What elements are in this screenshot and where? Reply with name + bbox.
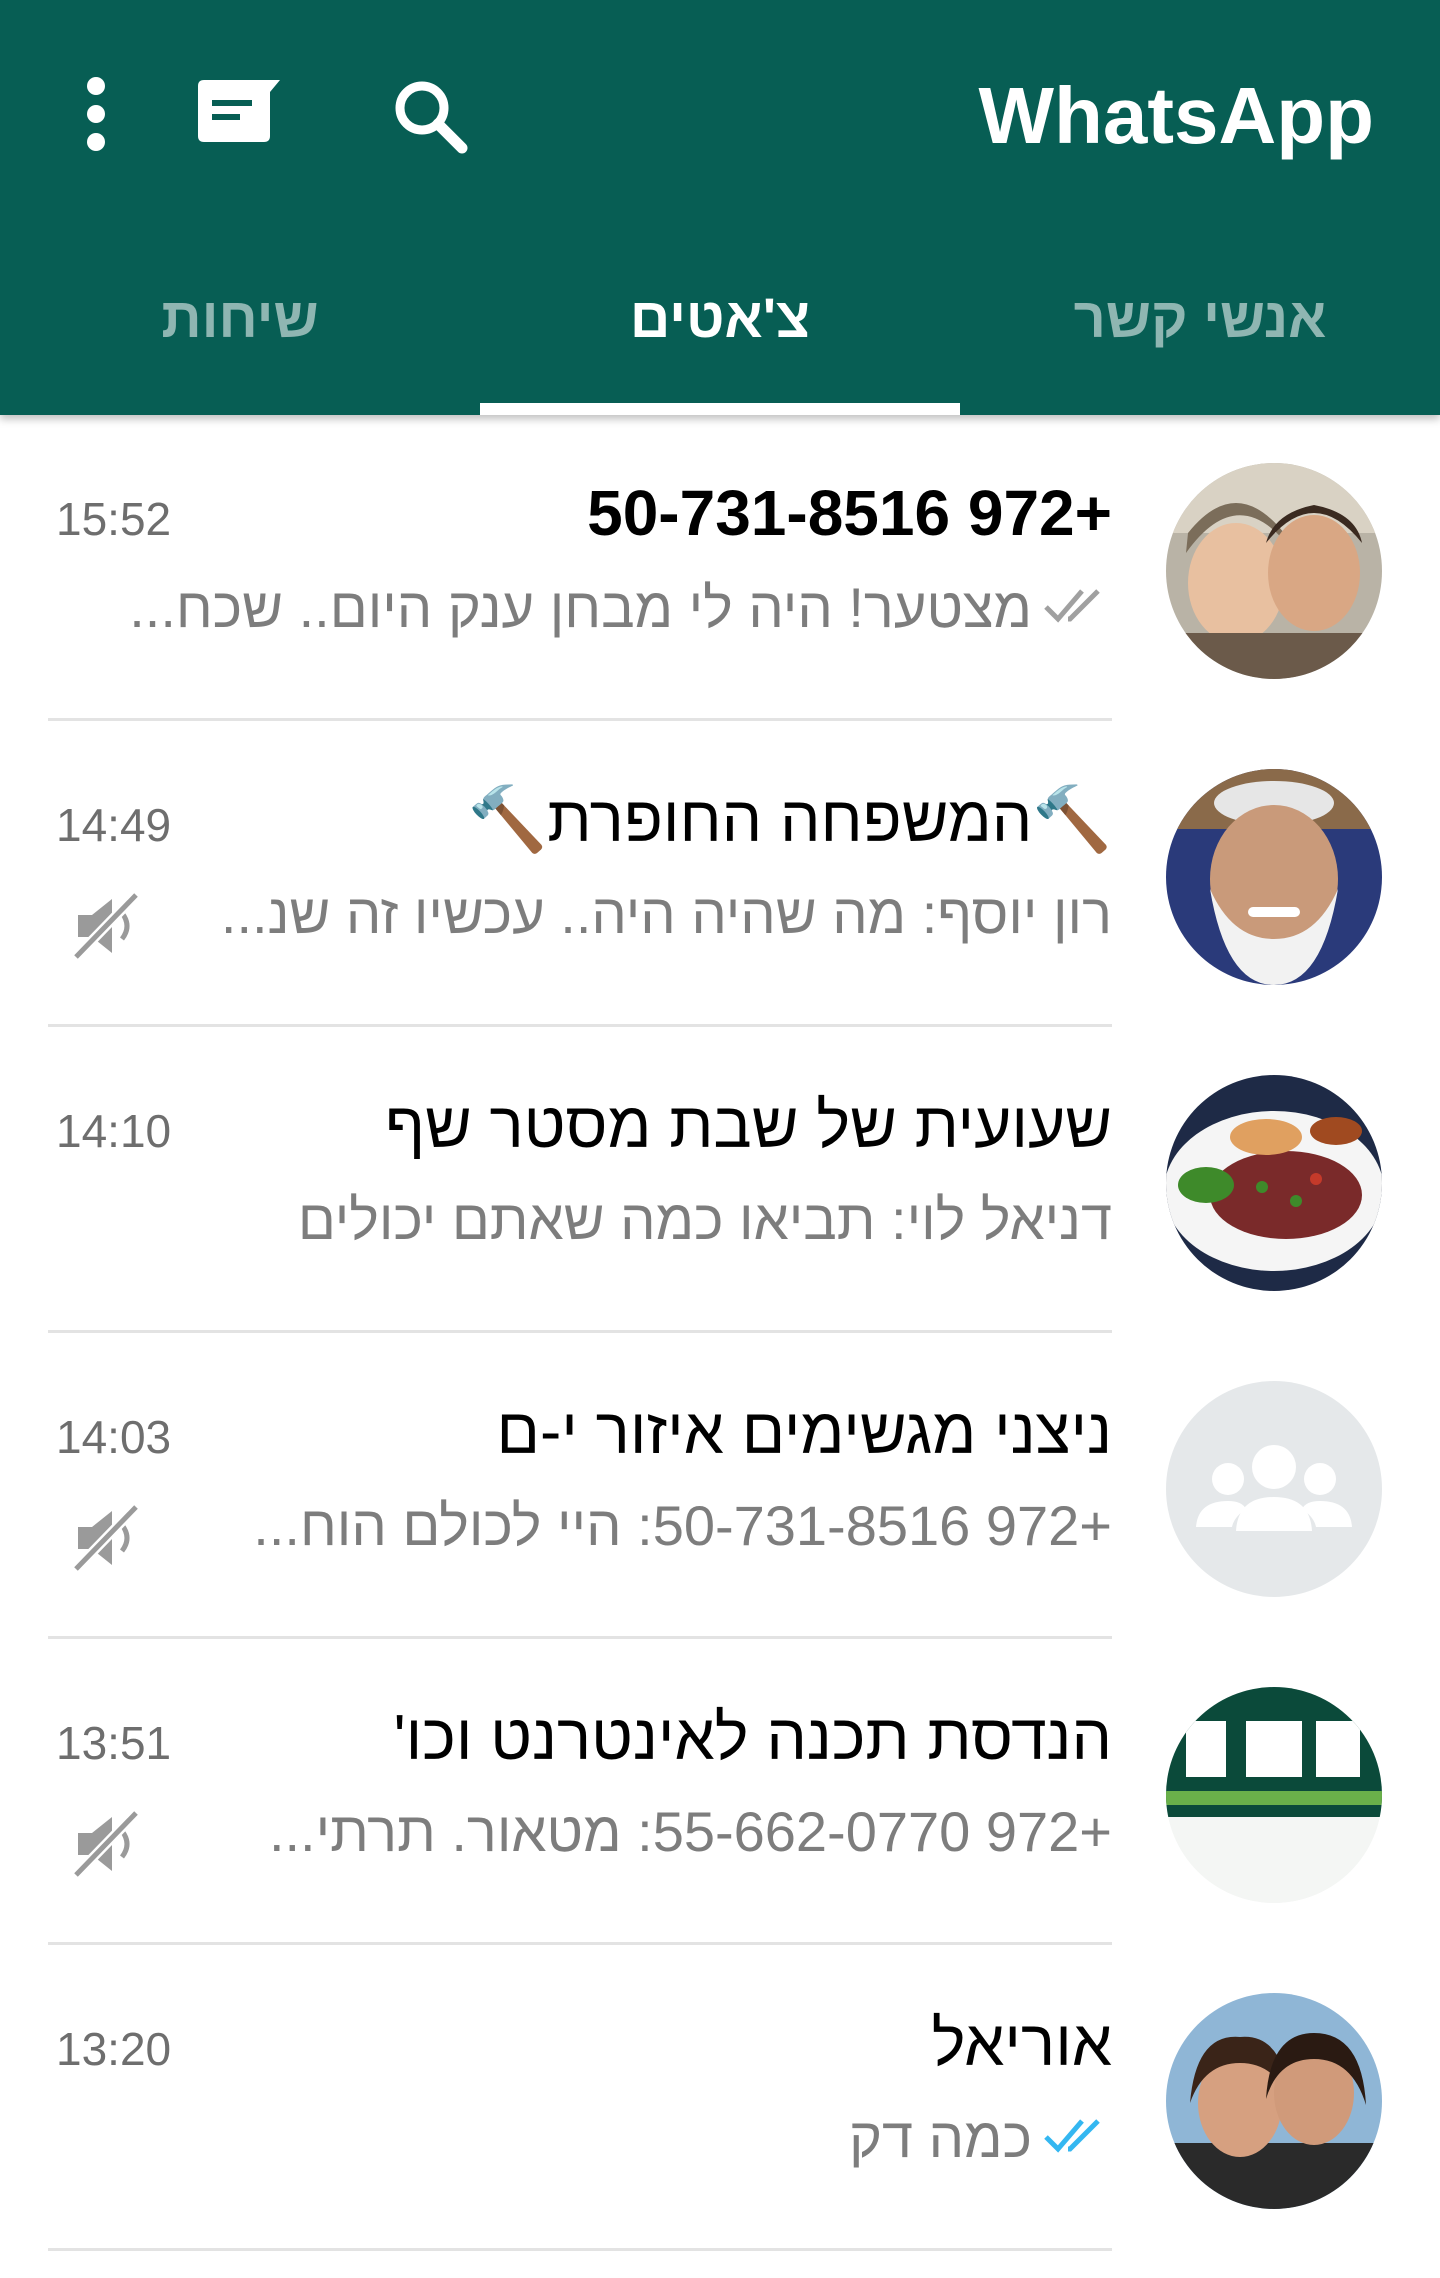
chat-preview-line: +972 50-731-8516: היי לכולם הוח... (102, 1485, 1112, 1565)
chat-preview: מצטער! היה לי מבחן ענק היום.. שכח... (129, 575, 1032, 639)
chat-preview: דניאל לוי: תביאו כמה שאתם יכולים (297, 1187, 1112, 1251)
app-title: WhatsApp (978, 71, 1374, 160)
muted-icon (70, 889, 144, 967)
chat-preview: רון יוסף: מה שהיה היה.. עכשיו זה שנ... (220, 881, 1112, 945)
muted-icon (70, 1807, 144, 1885)
group-placeholder-avatar[interactable] (1166, 1381, 1382, 1597)
chat-name: שעועית של שבת מסטר שף (385, 1089, 1112, 1161)
chat-time: 15:52 (56, 493, 172, 545)
chat-name: ניצני מגשימים איזור י-ם (496, 1395, 1112, 1467)
tab-chats[interactable]: צ'אטים (480, 268, 960, 388)
chat-preview: +972 55-662-0770: מטאור. תרתי... (268, 1799, 1112, 1863)
chat-preview-line: +972 55-662-0770: מטאור. תרתי... (102, 1791, 1112, 1871)
group-icon (1196, 1445, 1352, 1531)
chat-time: 13:20 (56, 2023, 172, 2075)
chat-preview: +972 50-731-8516: היי לכולם הוח... (253, 1493, 1112, 1557)
chat-preview-line: כמה דק (102, 2097, 1112, 2177)
chat-row[interactable]: הנדסת תכנה לאינטרנט וכו' 13:51 +972 55-6… (0, 1639, 1440, 1945)
chat-row[interactable]: 🔨המשפחה החופרת🔨 14:49 רון יוסף: מה שהיה … (0, 721, 1440, 1027)
tab-contacts[interactable]: אנשי קשר (960, 268, 1440, 388)
chat-list: +972 50-731-8516 15:52 מצטער! היה לי מבח… (0, 415, 1440, 2251)
chat-time: 14:03 (56, 1411, 172, 1463)
chat-row[interactable]: +972 50-731-8516 15:52 מצטער! היה לי מבח… (0, 415, 1440, 721)
chat-name: +972 50-731-8516 (587, 477, 1112, 549)
chat-name: אוריאל (931, 2007, 1112, 2079)
chat-row[interactable]: שעועית של שבת מסטר שף 14:10 דניאל לוי: ת… (0, 1027, 1440, 1333)
row-divider (48, 2248, 1112, 2251)
delivered-ticks-icon (1042, 583, 1112, 631)
chat-preview-line: דניאל לוי: תביאו כמה שאתם יכולים (102, 1179, 1112, 1259)
chat-preview-line: רון יוסף: מה שהיה היה.. עכשיו זה שנ... (102, 873, 1112, 953)
chat-preview-line: מצטער! היה לי מבחן ענק היום.. שכח... (102, 567, 1112, 647)
contact-avatar[interactable] (1166, 463, 1382, 679)
chat-name: 🔨המשפחה החופרת🔨 (467, 783, 1112, 855)
group-avatar[interactable] (1166, 769, 1382, 985)
tab-calls[interactable]: שיחות (0, 268, 480, 388)
chat-time: 14:10 (56, 1105, 172, 1157)
chat-row[interactable]: אוריאל 13:20 כמה דק (0, 1945, 1440, 2251)
more-options-icon[interactable] (70, 74, 122, 154)
chat-name: הנדסת תכנה לאינטרנט וכו' (393, 1701, 1112, 1773)
read-ticks-icon (1042, 2113, 1112, 2161)
group-avatar[interactable] (1166, 1687, 1382, 1903)
chat-row[interactable]: ניצני מגשימים איזור י-ם 14:03 +972 50-73… (0, 1333, 1440, 1639)
muted-icon (70, 1501, 144, 1579)
active-tab-indicator (480, 403, 960, 415)
search-icon[interactable] (390, 76, 470, 156)
chat-time: 14:49 (56, 799, 172, 851)
app-bar: WhatsApp אנשי קשר צ'אטים שיחות (0, 0, 1440, 415)
chat-time: 13:51 (56, 1717, 172, 1769)
group-avatar[interactable] (1166, 1075, 1382, 1291)
chat-preview: כמה דק (849, 2105, 1032, 2169)
contact-avatar[interactable] (1166, 1993, 1382, 2209)
new-chat-icon[interactable] (196, 80, 288, 144)
